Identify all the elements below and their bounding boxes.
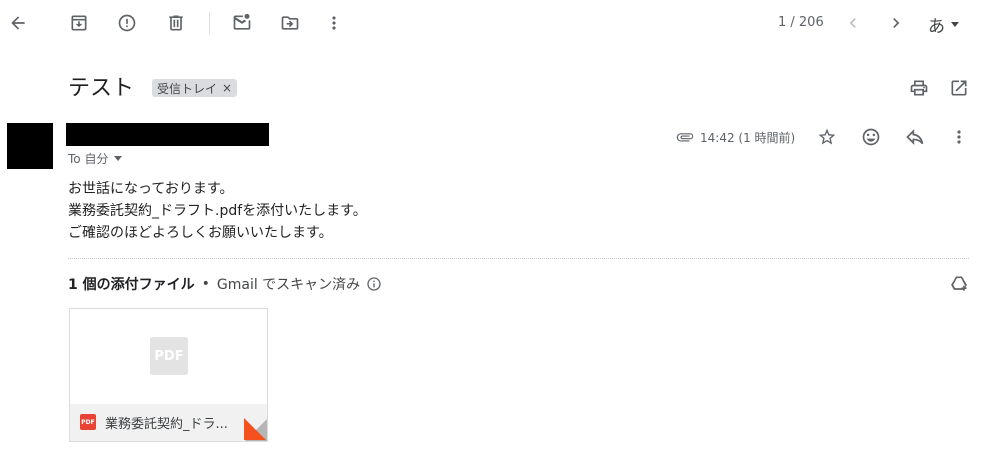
- print-button[interactable]: [903, 72, 935, 104]
- report-spam-button[interactable]: [111, 7, 143, 39]
- language-label: あ: [928, 17, 945, 37]
- attachment-clip-icon: [676, 133, 694, 142]
- email-time: 14:42 (1 時間前): [676, 128, 795, 146]
- archive-button[interactable]: [63, 7, 95, 39]
- sender-avatar: [7, 123, 53, 169]
- message-more-button[interactable]: [943, 121, 975, 153]
- chevron-down-icon: [114, 156, 123, 161]
- print-icon: [910, 80, 928, 96]
- back-button[interactable]: [2, 7, 34, 39]
- input-tools-button[interactable]: あ: [928, 12, 959, 37]
- report-spam-icon: [118, 14, 136, 32]
- arrow-back-icon: [11, 16, 25, 30]
- body-line: お世話になっております。: [68, 181, 234, 197]
- pager-count: 1 / 206: [778, 15, 824, 30]
- chevron-down-icon: [951, 22, 959, 27]
- recipient-details-toggle[interactable]: To 自分: [68, 150, 123, 167]
- remove-label-button[interactable]: ×: [222, 81, 232, 95]
- delete-button[interactable]: [160, 7, 192, 39]
- emoji-icon: [862, 128, 880, 146]
- move-to-button[interactable]: [274, 7, 306, 39]
- to-line-text: To 自分: [68, 152, 109, 166]
- body-line: 業務委託契約_ドラフト.pdfを添付いたします。: [68, 203, 367, 219]
- add-to-drive-button[interactable]: [943, 268, 975, 300]
- more-vert-icon: [332, 16, 336, 30]
- attachment-divider: [68, 258, 969, 259]
- older-button[interactable]: [880, 7, 912, 39]
- toolbar-divider: [209, 12, 210, 34]
- info-icon[interactable]: [366, 276, 382, 292]
- chevron-left-icon: [849, 18, 856, 28]
- email-subject: テスト: [68, 76, 135, 101]
- reply-icon: [906, 129, 924, 145]
- pdf-preview-icon: PDF: [150, 337, 188, 375]
- attachment-card[interactable]: PDF PDF 業務委託契約_ドラ...: [69, 308, 268, 442]
- email-body: お世話になっております。 業務委託契約_ドラフト.pdfを添付いたします。 ご確…: [68, 178, 367, 244]
- mark-unread-icon: [233, 13, 251, 30]
- label-chip-text: 受信トレイ: [157, 81, 218, 96]
- archive-icon: [71, 15, 87, 31]
- delete-icon: [169, 15, 183, 31]
- star-button[interactable]: [811, 121, 843, 153]
- open-in-new-window-button[interactable]: [943, 72, 975, 104]
- attachment-header: 1 個の添付ファイル • Gmail でスキャン済み: [68, 274, 382, 294]
- more-vert-icon: [957, 130, 961, 144]
- open-in-new-icon: [951, 80, 967, 96]
- pdf-corner-marker: [244, 418, 266, 440]
- pdf-file-icon: PDF: [80, 414, 96, 430]
- scan-status: Gmail でスキャン済み: [216, 277, 361, 293]
- body-line: ご確認のほどよろしくお願いいたします。: [68, 225, 333, 241]
- sender-name-redacted: [66, 123, 269, 146]
- add-reaction-button[interactable]: [855, 121, 887, 153]
- more-options-button[interactable]: [318, 7, 350, 39]
- chevron-right-icon: [893, 18, 900, 28]
- inbox-label-chip: 受信トレイ ×: [152, 79, 238, 97]
- mark-unread-button[interactable]: [226, 7, 258, 39]
- attachment-filename: 業務委託契約_ドラ...: [105, 417, 228, 432]
- attachment-separator: •: [201, 276, 210, 292]
- add-to-drive-icon: [951, 276, 967, 291]
- reply-button[interactable]: [899, 121, 931, 153]
- move-to-icon: [281, 16, 299, 30]
- newer-button[interactable]: [837, 7, 869, 39]
- attachment-count: 1 個の添付ファイル: [68, 277, 195, 293]
- star-outline-icon: [818, 128, 836, 145]
- email-time-text: 14:42 (1 時間前): [700, 130, 796, 145]
